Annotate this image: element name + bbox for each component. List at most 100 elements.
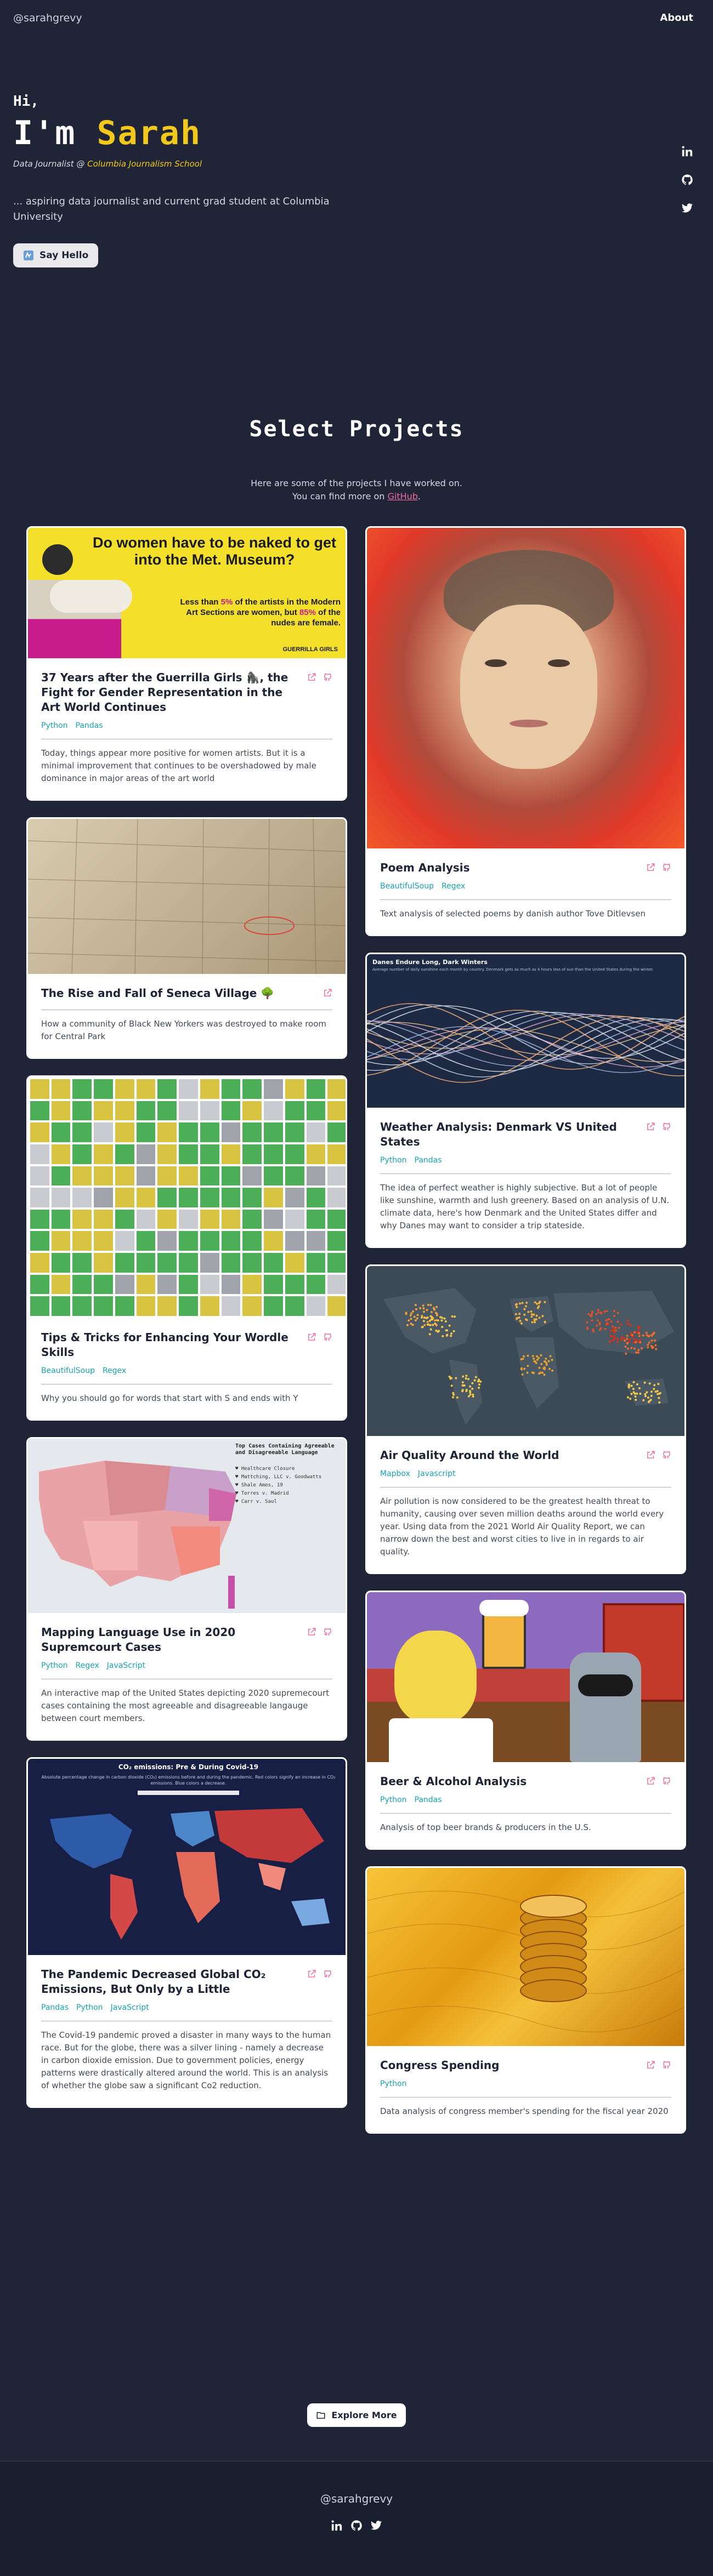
external-link-icon[interactable] [323, 988, 332, 998]
air-quality-world-map [383, 1288, 674, 1425]
hero-school-link[interactable]: Columbia Journalism School [87, 159, 202, 169]
github-icon[interactable] [662, 1122, 671, 1131]
project-title[interactable]: Beer & Alcohol Analysis [380, 1774, 527, 1789]
external-link-icon[interactable] [646, 1122, 655, 1131]
wordle-tile [94, 1166, 113, 1186]
aq-dot [637, 1351, 640, 1354]
aq-dot [648, 1400, 651, 1403]
github-link[interactable]: GitHub [387, 491, 417, 501]
project-title[interactable]: Tips & Tricks for Enhancing Your Wordle … [41, 1330, 298, 1360]
aq-dot [406, 1324, 409, 1326]
wordle-tile [285, 1188, 304, 1207]
aq-dot [616, 1337, 619, 1340]
project-title[interactable]: 37 Years after the Guerrilla Girls 🦍, th… [41, 670, 298, 715]
project-card[interactable]: Danes Endure Long, Dark Winters Average … [365, 953, 686, 1248]
github-icon[interactable] [662, 1776, 671, 1786]
wordle-tile [30, 1188, 49, 1207]
wordle-tile [115, 1122, 134, 1142]
aq-dot [520, 1358, 523, 1361]
wordle-tile [179, 1253, 198, 1273]
github-icon[interactable] [681, 174, 693, 186]
external-link-icon[interactable] [307, 1332, 316, 1342]
project-card[interactable]: Tips & Tricks for Enhancing Your Wordle … [26, 1075, 347, 1421]
about-link[interactable]: About [660, 12, 693, 24]
aq-dot [646, 1391, 648, 1394]
project-card[interactable]: Congress Spending Python Data analysis o… [365, 1866, 686, 2134]
project-card[interactable]: Air Quality Around the World Mapbox Java… [365, 1264, 686, 1574]
aq-dot [591, 1310, 593, 1313]
wordle-tile [30, 1122, 49, 1142]
explore-more-button[interactable]: Explore More [307, 2403, 406, 2427]
external-link-icon[interactable] [307, 1627, 316, 1637]
guerrilla-girls-poster: Do women have to be naked to get into th… [28, 528, 346, 658]
wordle-tile [221, 1209, 241, 1229]
wordle-tile [136, 1274, 156, 1295]
github-icon[interactable] [323, 1627, 332, 1637]
external-link-icon[interactable] [307, 1969, 316, 1979]
tag-list: BeautifulSoup Regex [41, 1366, 332, 1375]
hero-bio: ... aspiring data journalist and current… [13, 196, 330, 223]
wordle-tile [72, 1296, 92, 1316]
tag: Regex [441, 882, 466, 891]
github-icon[interactable] [323, 1969, 332, 1979]
external-link-icon[interactable] [646, 1776, 655, 1786]
say-hello-button[interactable]: Say Hello [13, 243, 99, 267]
aq-dot [477, 1380, 479, 1383]
poster-body-part: Less than [180, 597, 221, 607]
external-link-icon[interactable] [646, 2060, 655, 2070]
wordle-tile [157, 1122, 177, 1142]
project-title[interactable]: The Rise and Fall of Seneca Village 🌳 [41, 986, 274, 1001]
aq-dot [650, 1394, 653, 1397]
aq-dot [467, 1378, 469, 1381]
twitter-icon[interactable] [681, 202, 693, 214]
map-legend-item: ♥ Healthcare Closure [235, 1466, 295, 1472]
brand-handle[interactable]: @sarahgrevy [13, 12, 82, 24]
linkedin-icon[interactable] [681, 145, 693, 157]
aq-dot [465, 1377, 467, 1380]
tag: Python [380, 2079, 407, 2088]
project-card[interactable]: CO₂ emissions: Pre & During Covid-19 Abs… [26, 1757, 347, 2108]
github-icon[interactable] [662, 1450, 671, 1460]
wordle-tile [30, 1079, 49, 1099]
aq-dot [422, 1304, 425, 1307]
project-title[interactable]: Mapping Language Use in 2020 Supremcourt… [41, 1625, 298, 1655]
github-icon[interactable] [662, 2060, 671, 2070]
twitter-icon[interactable] [370, 2520, 382, 2532]
project-card[interactable]: The Rise and Fall of Seneca Village 🌳 Ho… [26, 817, 347, 1059]
project-card[interactable]: Top Cases Containing Agreeable and Disag… [26, 1437, 347, 1741]
project-card[interactable]: Do women have to be naked to get into th… [26, 526, 347, 801]
github-icon[interactable] [662, 863, 671, 872]
github-icon[interactable] [323, 1332, 332, 1342]
wordle-tile [94, 1209, 113, 1229]
aq-dot [636, 1392, 638, 1395]
aq-dot [530, 1313, 533, 1315]
wordle-tile [221, 1296, 241, 1316]
project-title[interactable]: Air Quality Around the World [380, 1448, 559, 1463]
wordle-tile [306, 1274, 326, 1295]
linkedin-icon[interactable] [331, 2520, 343, 2532]
wordle-tile [327, 1209, 346, 1229]
wordle-tile [221, 1231, 241, 1251]
aq-dot [462, 1375, 465, 1378]
external-link-icon[interactable] [646, 1450, 655, 1460]
wordle-tile [157, 1101, 177, 1121]
project-title[interactable]: Congress Spending [380, 2058, 499, 2073]
aq-dot [521, 1373, 524, 1376]
external-link-icon[interactable] [307, 673, 316, 682]
project-title[interactable]: Weather Analysis: Denmark VS United Stat… [380, 1120, 637, 1149]
aq-dot [535, 1361, 537, 1364]
project-title[interactable]: The Pandemic Decreased Global CO₂ Emissi… [41, 1967, 298, 1997]
aq-dot [618, 1326, 620, 1329]
wordle-tile [157, 1188, 177, 1207]
project-card[interactable]: Beer & Alcohol Analysis Python Pandas An… [365, 1591, 686, 1850]
wordle-tile [264, 1079, 283, 1099]
project-card[interactable]: Poem Analysis BeautifulSoup Regex Text a… [365, 526, 686, 936]
github-icon[interactable] [350, 2520, 363, 2532]
tag: Python [76, 2003, 103, 2012]
external-link-icon[interactable] [646, 863, 655, 872]
aq-dot [533, 1372, 535, 1375]
air-quality-map-image [367, 1266, 684, 1436]
poster-body: Less than 5% of the artists in the Moder… [176, 597, 341, 628]
github-icon[interactable] [323, 673, 332, 682]
project-title[interactable]: Poem Analysis [380, 860, 470, 875]
